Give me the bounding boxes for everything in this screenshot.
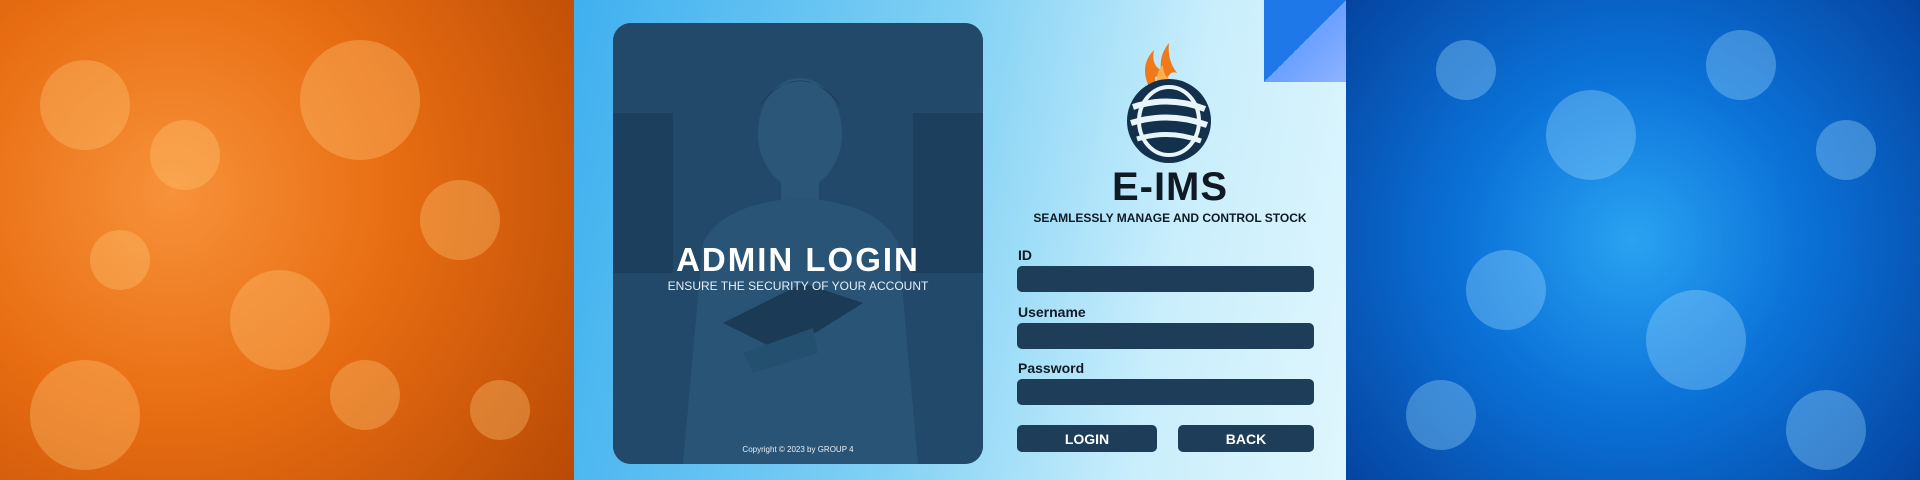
back-button[interactable]: BACK [1178,425,1314,452]
admin-photo-panel: ADMIN LOGIN ENSURE THE SECURITY OF YOUR … [613,23,983,464]
blue-bokeh-background [1346,0,1920,480]
copyright-text: Copyright © 2023 by GROUP 4 [742,445,854,454]
login-card: ADMIN LOGIN ENSURE THE SECURITY OF YOUR … [574,0,1346,480]
password-field[interactable] [1017,379,1314,405]
password-label: Password [1018,360,1085,376]
admin-login-subtitle: ENSURE THE SECURITY OF YOUR ACCOUNT [667,279,929,293]
globe-flame-logo-icon [1127,43,1211,163]
brand-tagline: SEAMLESSLY MANAGE AND CONTROL STOCK [1033,211,1307,225]
username-field[interactable] [1017,323,1314,349]
id-field[interactable] [1017,266,1314,292]
id-label: ID [1018,247,1032,263]
admin-login-title: ADMIN LOGIN [676,241,920,278]
username-label: Username [1018,304,1086,320]
page-fold-corner [1264,0,1346,82]
login-button[interactable]: LOGIN [1017,425,1157,452]
brand-name: E-IMS [1111,165,1229,209]
orange-bokeh-background [0,0,574,480]
